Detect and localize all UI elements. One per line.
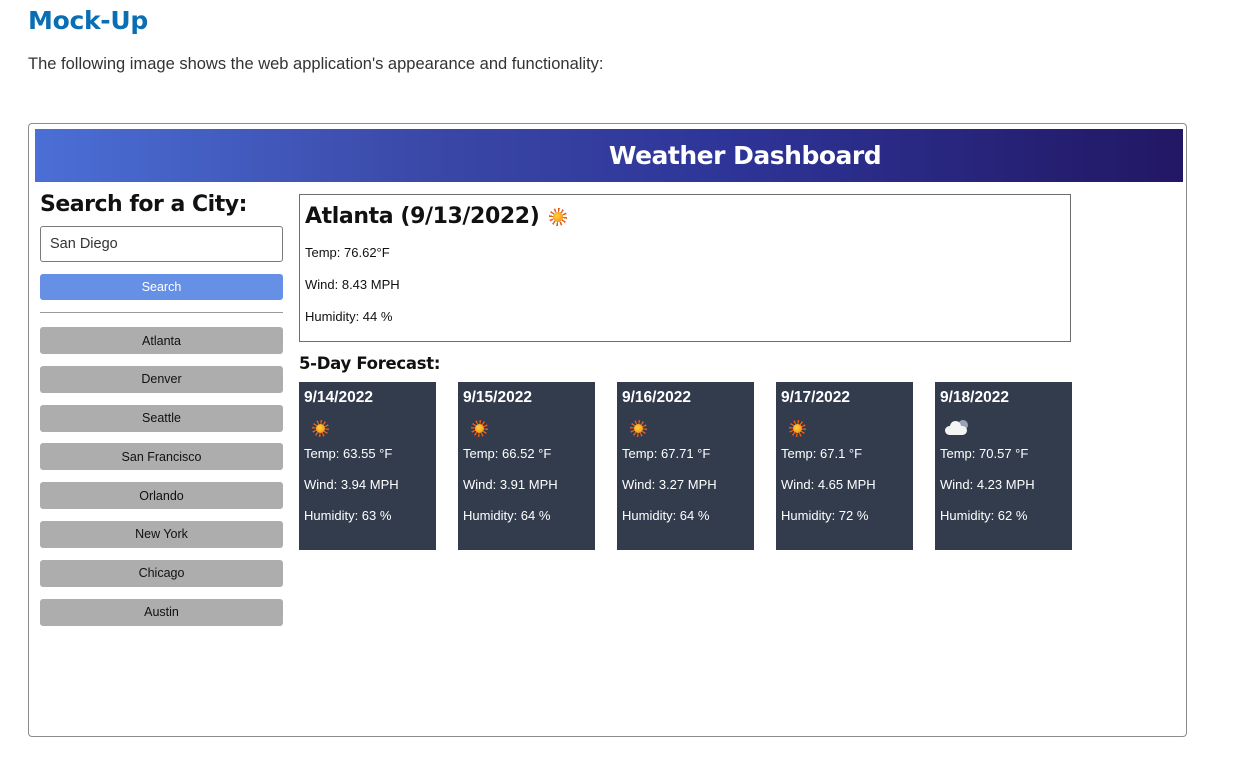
forecast-card: 9/17/2022 Temp: 67.1 °F Wind: 4.65 MPH H… [776, 382, 913, 550]
forecast-wind: Wind: 3.94 MPH [304, 477, 399, 492]
forecast-humidity: Humidity: 64 % [463, 508, 551, 523]
sun-icon [312, 419, 329, 437]
sun-icon [471, 419, 488, 437]
cloud-icon [942, 419, 972, 437]
forecast-row: 9/14/2022 Temp: 63.55 °F Wind: 3.94 MPH … [299, 382, 1072, 550]
forecast-humidity: Humidity: 63 % [304, 508, 392, 523]
forecast-card: 9/16/2022 Temp: 67.71 °F Wind: 3.27 MPH … [617, 382, 754, 550]
forecast-humidity: Humidity: 64 % [622, 508, 710, 523]
sun-icon [549, 208, 568, 226]
history-city-button[interactable]: Atlanta [40, 327, 283, 354]
forecast-wind: Wind: 3.27 MPH [622, 477, 717, 492]
app-title: Weather Dashboard [608, 141, 882, 170]
history-city-button[interactable]: Seattle [40, 404, 283, 432]
search-sidebar: Search for a City: Search Atlanta Denver… [40, 191, 284, 637]
forecast-temp: Temp: 67.71 °F [622, 446, 711, 461]
current-city-date: Atlanta (9/13/2022) [305, 204, 540, 229]
forecast-card: 9/15/2022 Temp: 66.52 °F Wind: 3.91 MPH … [458, 382, 595, 550]
forecast-humidity: Humidity: 72 % [781, 508, 869, 523]
city-search-input[interactable] [40, 226, 283, 262]
search-heading: Search for a City: [40, 192, 247, 217]
sun-icon [789, 419, 806, 437]
history-city-button[interactable]: Orlando [40, 482, 283, 510]
forecast-humidity: Humidity: 62 % [940, 508, 1028, 523]
forecast-date: 9/16/2022 [622, 389, 691, 406]
history-city-button[interactable]: Chicago [40, 559, 283, 587]
forecast-date: 9/14/2022 [304, 389, 373, 406]
current-humidity: Humidity: 44 % [305, 309, 393, 324]
app-header: Weather Dashboard [35, 129, 1183, 182]
history-city-button[interactable]: Denver [40, 365, 283, 393]
search-button[interactable]: Search [40, 274, 283, 300]
sidebar-divider [40, 312, 283, 313]
forecast-date: 9/18/2022 [940, 389, 1009, 406]
current-weather-panel: Atlanta (9/13/2022) Temp: 76.62°F Wind: … [299, 194, 1071, 342]
current-wind: Wind: 8.43 MPH [305, 277, 400, 292]
forecast-date: 9/15/2022 [463, 389, 532, 406]
current-weather-title: Atlanta (9/13/2022) [305, 202, 1065, 232]
forecast-card: 9/18/2022 Temp: 70.57 °F Wind: 4.23 MPH … [935, 382, 1072, 550]
forecast-heading: 5-Day Forecast: [299, 354, 441, 373]
forecast-temp: Temp: 67.1 °F [781, 446, 863, 461]
history-city-button[interactable]: Austin [40, 598, 283, 626]
doc-intro: The following image shows the web applic… [28, 55, 604, 73]
forecast-temp: Temp: 70.57 °F [940, 446, 1029, 461]
forecast-wind: Wind: 4.23 MPH [940, 477, 1035, 492]
forecast-wind: Wind: 3.91 MPH [463, 477, 558, 492]
forecast-date: 9/17/2022 [781, 389, 850, 406]
search-history-list: Atlanta Denver Seattle San Francisco Orl… [40, 327, 284, 626]
forecast-card: 9/14/2022 Temp: 63.55 °F Wind: 3.94 MPH … [299, 382, 436, 550]
sun-icon [630, 419, 647, 437]
forecast-wind: Wind: 4.65 MPH [781, 477, 876, 492]
mockup-frame: Weather Dashboard Search for a City: Sea… [28, 123, 1187, 737]
history-city-button[interactable]: San Francisco [40, 443, 283, 471]
history-city-button[interactable]: New York [40, 520, 283, 548]
forecast-temp: Temp: 66.52 °F [463, 446, 552, 461]
forecast-temp: Temp: 63.55 °F [304, 446, 393, 461]
doc-title: Mock-Up [28, 6, 148, 35]
current-temp: Temp: 76.62°F [305, 245, 390, 260]
